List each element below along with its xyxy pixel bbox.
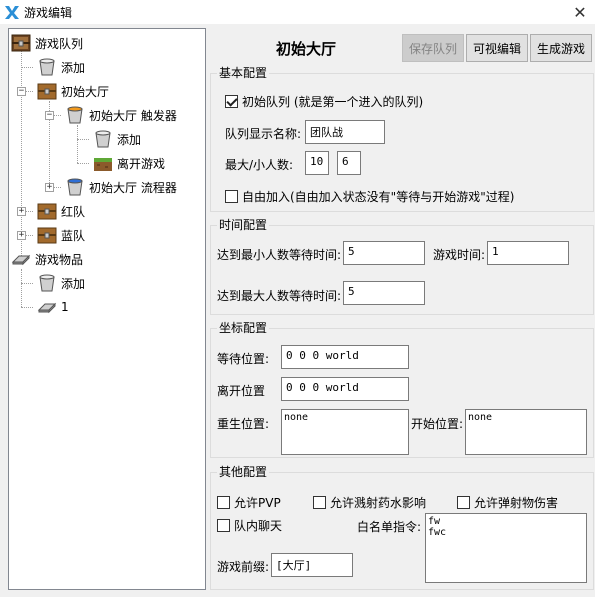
tree-node-label: 添加 bbox=[61, 60, 86, 75]
checkbox-label: 初始队列 (就是第一个进入的队列) bbox=[242, 95, 424, 109]
game-prefix-input[interactable]: [大厅] bbox=[271, 553, 353, 577]
bucket-icon bbox=[37, 57, 57, 77]
tree-node-label: 添加 bbox=[61, 276, 86, 291]
allow-pvp-checkbox[interactable]: 允许PVP bbox=[217, 494, 281, 511]
window-title: 游戏编辑 bbox=[24, 6, 73, 20]
min-players-input[interactable]: 6 bbox=[337, 151, 361, 175]
tree-node-leave-game[interactable]: 离开游戏 bbox=[93, 152, 165, 174]
checkbox-label: 允许溅射药水影响 bbox=[330, 496, 427, 510]
start-position-label: 开始位置: bbox=[411, 417, 464, 431]
iron-ingot-icon bbox=[11, 249, 31, 269]
iron-ingot-icon bbox=[37, 297, 57, 317]
group-title: 坐标配置 bbox=[217, 321, 270, 335]
group-title: 其他配置 bbox=[217, 465, 270, 479]
tree-node-label: 游戏物品 bbox=[35, 252, 84, 267]
tree-expand-toggle[interactable]: + bbox=[17, 207, 26, 216]
tree-node-label: 离开游戏 bbox=[117, 156, 166, 171]
page-title: 初始大厅 bbox=[276, 40, 337, 58]
checkbox-label: 允许弹射物伤害 bbox=[474, 496, 559, 510]
wait-position-label: 等待位置: bbox=[217, 352, 270, 366]
checkbox-label: 自由加入(自由加入状态没有"等待与开始游戏"过程) bbox=[242, 190, 515, 204]
queue-tree[interactable]: − − + + + 游戏队列 添加 初始大厅 初始大厅 触发器 添加 离开游戏 … bbox=[8, 28, 206, 590]
chest-icon bbox=[11, 33, 31, 53]
max-min-label: 最大/小人数: bbox=[225, 158, 294, 172]
checkbox-box bbox=[313, 496, 326, 509]
tree-node-label: 1 bbox=[61, 300, 69, 314]
start-position-input[interactable]: none bbox=[465, 409, 587, 455]
display-name-input[interactable]: 团队战 bbox=[305, 120, 385, 144]
tree-node-game-queues[interactable]: 游戏队列 bbox=[11, 32, 83, 54]
water-bucket-icon bbox=[65, 177, 85, 197]
checkbox-label: 允许PVP bbox=[234, 496, 281, 510]
game-time-label: 游戏时间: bbox=[433, 248, 486, 262]
group-title: 时间配置 bbox=[217, 218, 270, 232]
whitelist-label: 白名单指令: bbox=[357, 520, 422, 534]
tree-node-label: 蓝队 bbox=[61, 228, 86, 243]
group-title: 基本配置 bbox=[217, 66, 270, 80]
tree-collapse-toggle[interactable]: − bbox=[45, 111, 54, 120]
title-bar: 游戏编辑 ✕ bbox=[0, 0, 595, 24]
chest-icon bbox=[37, 201, 57, 221]
generate-game-button[interactable]: 生成游戏 bbox=[530, 34, 592, 62]
basic-config-group: 基本配置 初始队列 (就是第一个进入的队列) 队列显示名称: 团队战 最大/小人… bbox=[210, 66, 594, 212]
game-time-input[interactable]: 1 bbox=[487, 241, 569, 265]
tree-node-label: 游戏队列 bbox=[35, 36, 84, 51]
tree-node-blue-team[interactable]: 蓝队 bbox=[37, 224, 85, 246]
chest-icon bbox=[37, 81, 57, 101]
max-wait-input[interactable]: 5 bbox=[343, 281, 425, 305]
coordinate-config-group: 坐标配置 等待位置: 0 0 0 world 离开位置 0 0 0 world … bbox=[210, 321, 594, 458]
other-config-group: 其他配置 允许PVP 允许溅射药水影响 允许弹射物伤害 队内聊天 白名单指令: … bbox=[210, 465, 594, 590]
tree-node-red-team[interactable]: 红队 bbox=[37, 200, 85, 222]
initial-queue-checkbox[interactable]: 初始队列 (就是第一个进入的队列) bbox=[225, 93, 423, 110]
tree-node-lobby-trigger[interactable]: 初始大厅 触发器 bbox=[65, 104, 177, 126]
max-players-input[interactable]: 10 bbox=[305, 151, 329, 175]
tree-node-add[interactable]: 添加 bbox=[93, 128, 141, 150]
checkbox-box bbox=[225, 95, 238, 108]
tree-node-add[interactable]: 添加 bbox=[37, 56, 85, 78]
respawn-position-label: 重生位置: bbox=[217, 417, 270, 431]
checkbox-box bbox=[217, 496, 230, 509]
game-prefix-label: 游戏前缀: bbox=[217, 560, 270, 574]
checkbox-box bbox=[457, 496, 470, 509]
leave-position-label: 离开位置 bbox=[217, 384, 266, 398]
checkbox-box bbox=[225, 190, 238, 203]
allow-projectile-damage-checkbox[interactable]: 允许弹射物伤害 bbox=[457, 494, 558, 511]
save-queue-button[interactable]: 保存队列 bbox=[402, 34, 464, 62]
whitelist-commands-input[interactable]: fw fwc bbox=[425, 513, 587, 583]
allow-splash-potion-checkbox[interactable]: 允许溅射药水影响 bbox=[313, 494, 426, 511]
app-logo-icon bbox=[4, 4, 20, 20]
bucket-icon bbox=[93, 129, 113, 149]
tree-collapse-toggle[interactable]: − bbox=[17, 87, 26, 96]
wait-position-input[interactable]: 0 0 0 world bbox=[281, 345, 409, 369]
chest-icon bbox=[37, 225, 57, 245]
tree-node-game-items[interactable]: 游戏物品 bbox=[11, 248, 83, 270]
lava-bucket-icon bbox=[65, 105, 85, 125]
tree-expand-toggle[interactable]: + bbox=[45, 183, 54, 192]
tree-node-label: 红队 bbox=[61, 204, 86, 219]
team-chat-checkbox[interactable]: 队内聊天 bbox=[217, 517, 282, 534]
tree-node-label: 添加 bbox=[117, 132, 142, 147]
tree-node-lobby-flow[interactable]: 初始大厅 流程器 bbox=[65, 176, 177, 198]
tree-expand-toggle[interactable]: + bbox=[17, 231, 26, 240]
grass-block-icon bbox=[93, 153, 113, 173]
leave-position-input[interactable]: 0 0 0 world bbox=[281, 377, 409, 401]
tree-node-label: 初始大厅 触发器 bbox=[89, 108, 177, 123]
tree-node-label: 初始大厅 流程器 bbox=[89, 180, 177, 195]
tree-node-label: 初始大厅 bbox=[61, 84, 110, 99]
tree-node-initial-lobby[interactable]: 初始大厅 bbox=[37, 80, 109, 102]
close-button[interactable]: ✕ bbox=[565, 0, 595, 24]
tree-node-add[interactable]: 添加 bbox=[37, 272, 85, 294]
respawn-position-input[interactable]: none bbox=[281, 409, 409, 455]
bucket-icon bbox=[37, 273, 57, 293]
min-wait-label: 达到最小人数等待时间: bbox=[217, 248, 342, 262]
checkbox-label: 队内聊天 bbox=[234, 519, 283, 533]
tree-node-item-1[interactable]: 1 bbox=[37, 296, 69, 318]
max-wait-label: 达到最大人数等待时间: bbox=[217, 289, 342, 303]
time-config-group: 时间配置 达到最小人数等待时间: 5 游戏时间: 1 达到最大人数等待时间: 5 bbox=[210, 218, 594, 315]
display-name-label: 队列显示名称: bbox=[225, 127, 302, 141]
checkbox-box bbox=[217, 519, 230, 532]
visual-edit-button[interactable]: 可视编辑 bbox=[466, 34, 528, 62]
min-wait-input[interactable]: 5 bbox=[343, 241, 425, 265]
free-join-checkbox[interactable]: 自由加入(自由加入状态没有"等待与开始游戏"过程) bbox=[225, 188, 514, 205]
